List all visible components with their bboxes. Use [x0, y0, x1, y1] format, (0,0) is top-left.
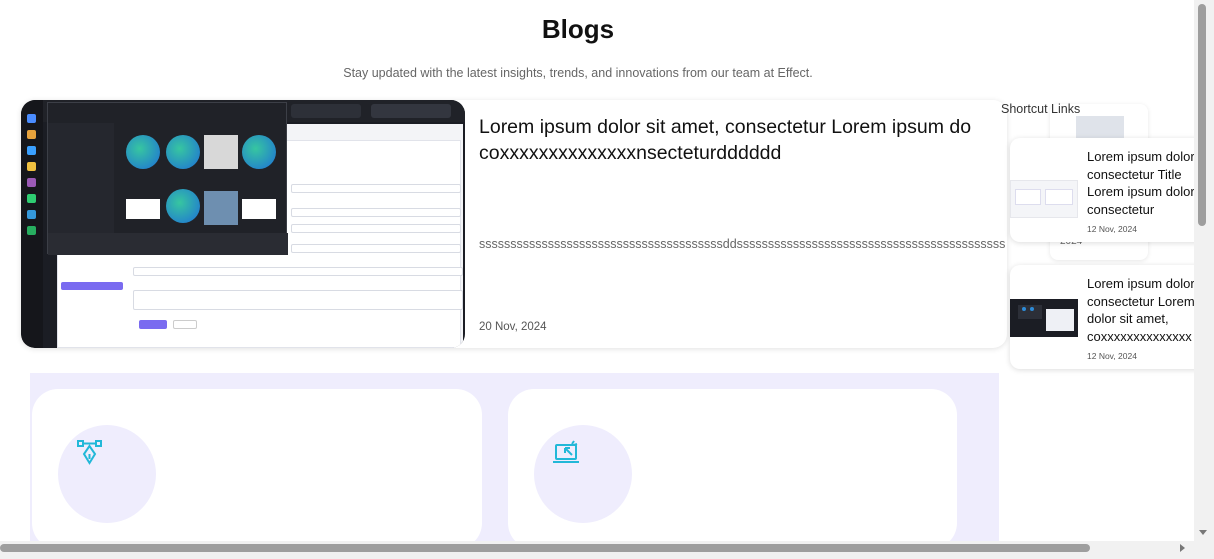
side-blog-card[interactable]: Lorem ipsum dolor consectetur Lorem dolo…	[1010, 265, 1210, 369]
side-blog-thumbnail	[1010, 180, 1078, 218]
side-title-line: Lorem ipsum dolor	[1087, 149, 1195, 164]
featured-blog-title[interactable]: Lorem ipsum dolor sit amet, consectetur …	[479, 114, 1007, 166]
featured-blog-excerpt: sssssssssssssssssssssssssssssssssssssssd…	[479, 237, 1006, 251]
featured-title-line-2: coxxxxxxxxxxxxxxnsecteturdddddd	[479, 142, 782, 164]
vertical-scrollbar-thumb[interactable]	[1198, 4, 1206, 226]
side-title-line: dolor sit amet,	[1087, 311, 1169, 326]
side-title-line: coxxxxxxxxxxxxxx	[1087, 328, 1192, 344]
service-icon-circle	[534, 425, 632, 523]
side-blog-date: 12 Nov, 2024	[1087, 351, 1137, 361]
featured-title-line-1: Lorem ipsum dolor sit amet, consectetur …	[479, 116, 972, 138]
horizontal-scrollbar[interactable]	[0, 541, 1214, 559]
service-card[interactable]	[508, 389, 957, 549]
services-section	[30, 373, 999, 559]
page-title: Blogs	[541, 14, 615, 44]
featured-blog-image	[21, 100, 465, 348]
service-card[interactable]	[32, 389, 482, 549]
vertical-scrollbar[interactable]	[1194, 0, 1214, 541]
service-icon-circle	[58, 425, 156, 523]
horizontal-scrollbar-thumb[interactable]	[0, 544, 1090, 552]
featured-blog-date: 20 Nov, 2024	[479, 321, 547, 333]
scroll-down-arrow-icon[interactable]	[1199, 530, 1207, 535]
side-title-line: Lorem ipsum dolor	[1087, 276, 1195, 291]
side-title-line: consectetur Lorem	[1087, 293, 1195, 309]
side-blog-thumbnail	[1010, 299, 1078, 337]
side-blog-title: Lorem ipsum dolor consectetur Title Lore…	[1087, 148, 1210, 218]
side-blog-date: 12 Nov, 2024	[1087, 224, 1137, 234]
vector-pen-icon	[77, 440, 102, 465]
featured-blog-card[interactable]: Lorem ipsum dolor sit amet, consectetur …	[21, 100, 1007, 348]
side-title-line: consectetur	[1087, 201, 1155, 217]
scroll-right-arrow-icon[interactable]	[1180, 544, 1185, 552]
background-card-image	[1076, 116, 1124, 140]
side-title-line: consectetur Title	[1087, 166, 1182, 182]
laptop-cursor-icon	[553, 440, 579, 463]
side-blog-card[interactable]: Lorem ipsum dolor consectetur Title Lore…	[1010, 138, 1210, 242]
page-subtitle: Stay updated with the latest insights, t…	[343, 66, 813, 80]
side-blog-title: Lorem ipsum dolor consectetur Lorem dolo…	[1087, 275, 1210, 345]
shortcut-links-heading: Shortcut Links	[1001, 102, 1081, 116]
side-title-line: Lorem ipsum dolor	[1087, 184, 1195, 199]
